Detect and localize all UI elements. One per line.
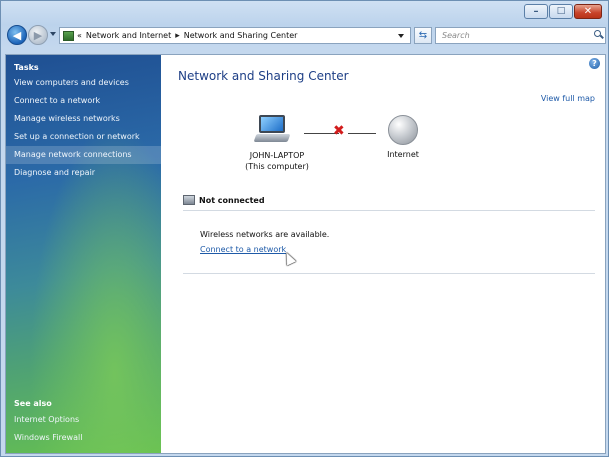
forward-arrow-icon: ▶ [33, 29, 43, 42]
see-also-windows-firewall[interactable]: Windows Firewall [6, 429, 161, 447]
see-also-heading: See also [14, 399, 52, 408]
search-input[interactable]: Search [435, 27, 606, 44]
page-title: Network and Sharing Center [178, 69, 349, 83]
explorer-window: – □ ✕ ◀ ▶ « Network and Internet ▸ Netwo… [0, 0, 609, 457]
network-status-icon [183, 195, 195, 205]
computer-label: JOHN-LAPTOP (This computer) [232, 150, 322, 172]
breadcrumb-prefix[interactable]: « [77, 31, 82, 40]
disconnected-x-icon[interactable]: ✖ [333, 123, 345, 139]
task-manage-wireless-networks[interactable]: Manage wireless networks [6, 110, 161, 128]
search-icon[interactable] [594, 30, 601, 37]
minimize-button[interactable]: – [524, 4, 548, 19]
window-controls: – □ ✕ [524, 4, 602, 19]
recent-pages-dropdown[interactable] [50, 32, 56, 36]
computer-subtitle: (This computer) [245, 162, 309, 171]
content-area: Tasks View computers and devices Connect… [5, 54, 606, 454]
mouse-cursor-icon [281, 250, 297, 266]
computer-name: JOHN-LAPTOP [249, 151, 305, 160]
close-icon: ✕ [583, 6, 593, 17]
back-arrow-icon: ◀ [12, 29, 22, 42]
task-set-up-connection[interactable]: Set up a connection or network [6, 128, 161, 146]
close-button[interactable]: ✕ [574, 4, 602, 19]
task-pane: Tasks View computers and devices Connect… [6, 55, 161, 453]
breadcrumb-separator[interactable]: ▸ [175, 31, 180, 41]
task-diagnose-and-repair[interactable]: Diagnose and repair [6, 164, 161, 182]
view-full-map-link[interactable]: View full map [541, 94, 595, 103]
search-placeholder: Search [442, 31, 470, 40]
refresh-button[interactable]: ⇆ [414, 27, 432, 44]
tasks-heading: Tasks [14, 63, 39, 72]
see-also-section: See also Internet Options Windows Firewa… [6, 399, 161, 447]
globe-icon[interactable] [388, 115, 418, 145]
breadcrumb-network-and-sharing-center[interactable]: Network and Sharing Center [184, 31, 298, 40]
task-view-computers-and-devices[interactable]: View computers and devices [6, 74, 161, 92]
computer-keyboard [253, 134, 291, 142]
maximize-button[interactable]: □ [549, 4, 573, 19]
help-icon[interactable]: ? [589, 58, 600, 69]
forward-button[interactable]: ▶ [28, 25, 48, 45]
computer-screen [259, 115, 285, 133]
maximize-icon: □ [556, 6, 566, 16]
main-pane: ? Network and Sharing Center View full m… [162, 55, 605, 453]
internet-label: Internet [387, 150, 419, 159]
status-text: Not connected [199, 195, 265, 205]
address-bar[interactable]: « Network and Internet ▸ Network and Sha… [59, 27, 411, 44]
minimize-icon: – [533, 6, 539, 17]
connect-to-network-link[interactable]: Connect to a network [200, 245, 286, 254]
divider [183, 210, 595, 211]
task-connect-to-a-network[interactable]: Connect to a network [6, 92, 161, 110]
divider [183, 273, 595, 274]
refresh-icon: ⇆ [418, 30, 428, 41]
status-header: Not connected [183, 195, 265, 205]
wireless-available-message: Wireless networks are available. [200, 230, 330, 239]
see-also-internet-options[interactable]: Internet Options [6, 411, 161, 429]
address-dropdown-icon[interactable] [398, 34, 404, 38]
computer-icon[interactable] [253, 115, 291, 145]
task-manage-network-connections[interactable]: Manage network connections [6, 146, 161, 164]
network-folder-icon [63, 30, 74, 41]
navigation-bar: ◀ ▶ « Network and Internet ▸ Network and… [5, 25, 606, 47]
breadcrumb-network-and-internet[interactable]: Network and Internet [86, 31, 171, 40]
back-button[interactable]: ◀ [7, 25, 27, 45]
connection-line-right [348, 133, 376, 134]
